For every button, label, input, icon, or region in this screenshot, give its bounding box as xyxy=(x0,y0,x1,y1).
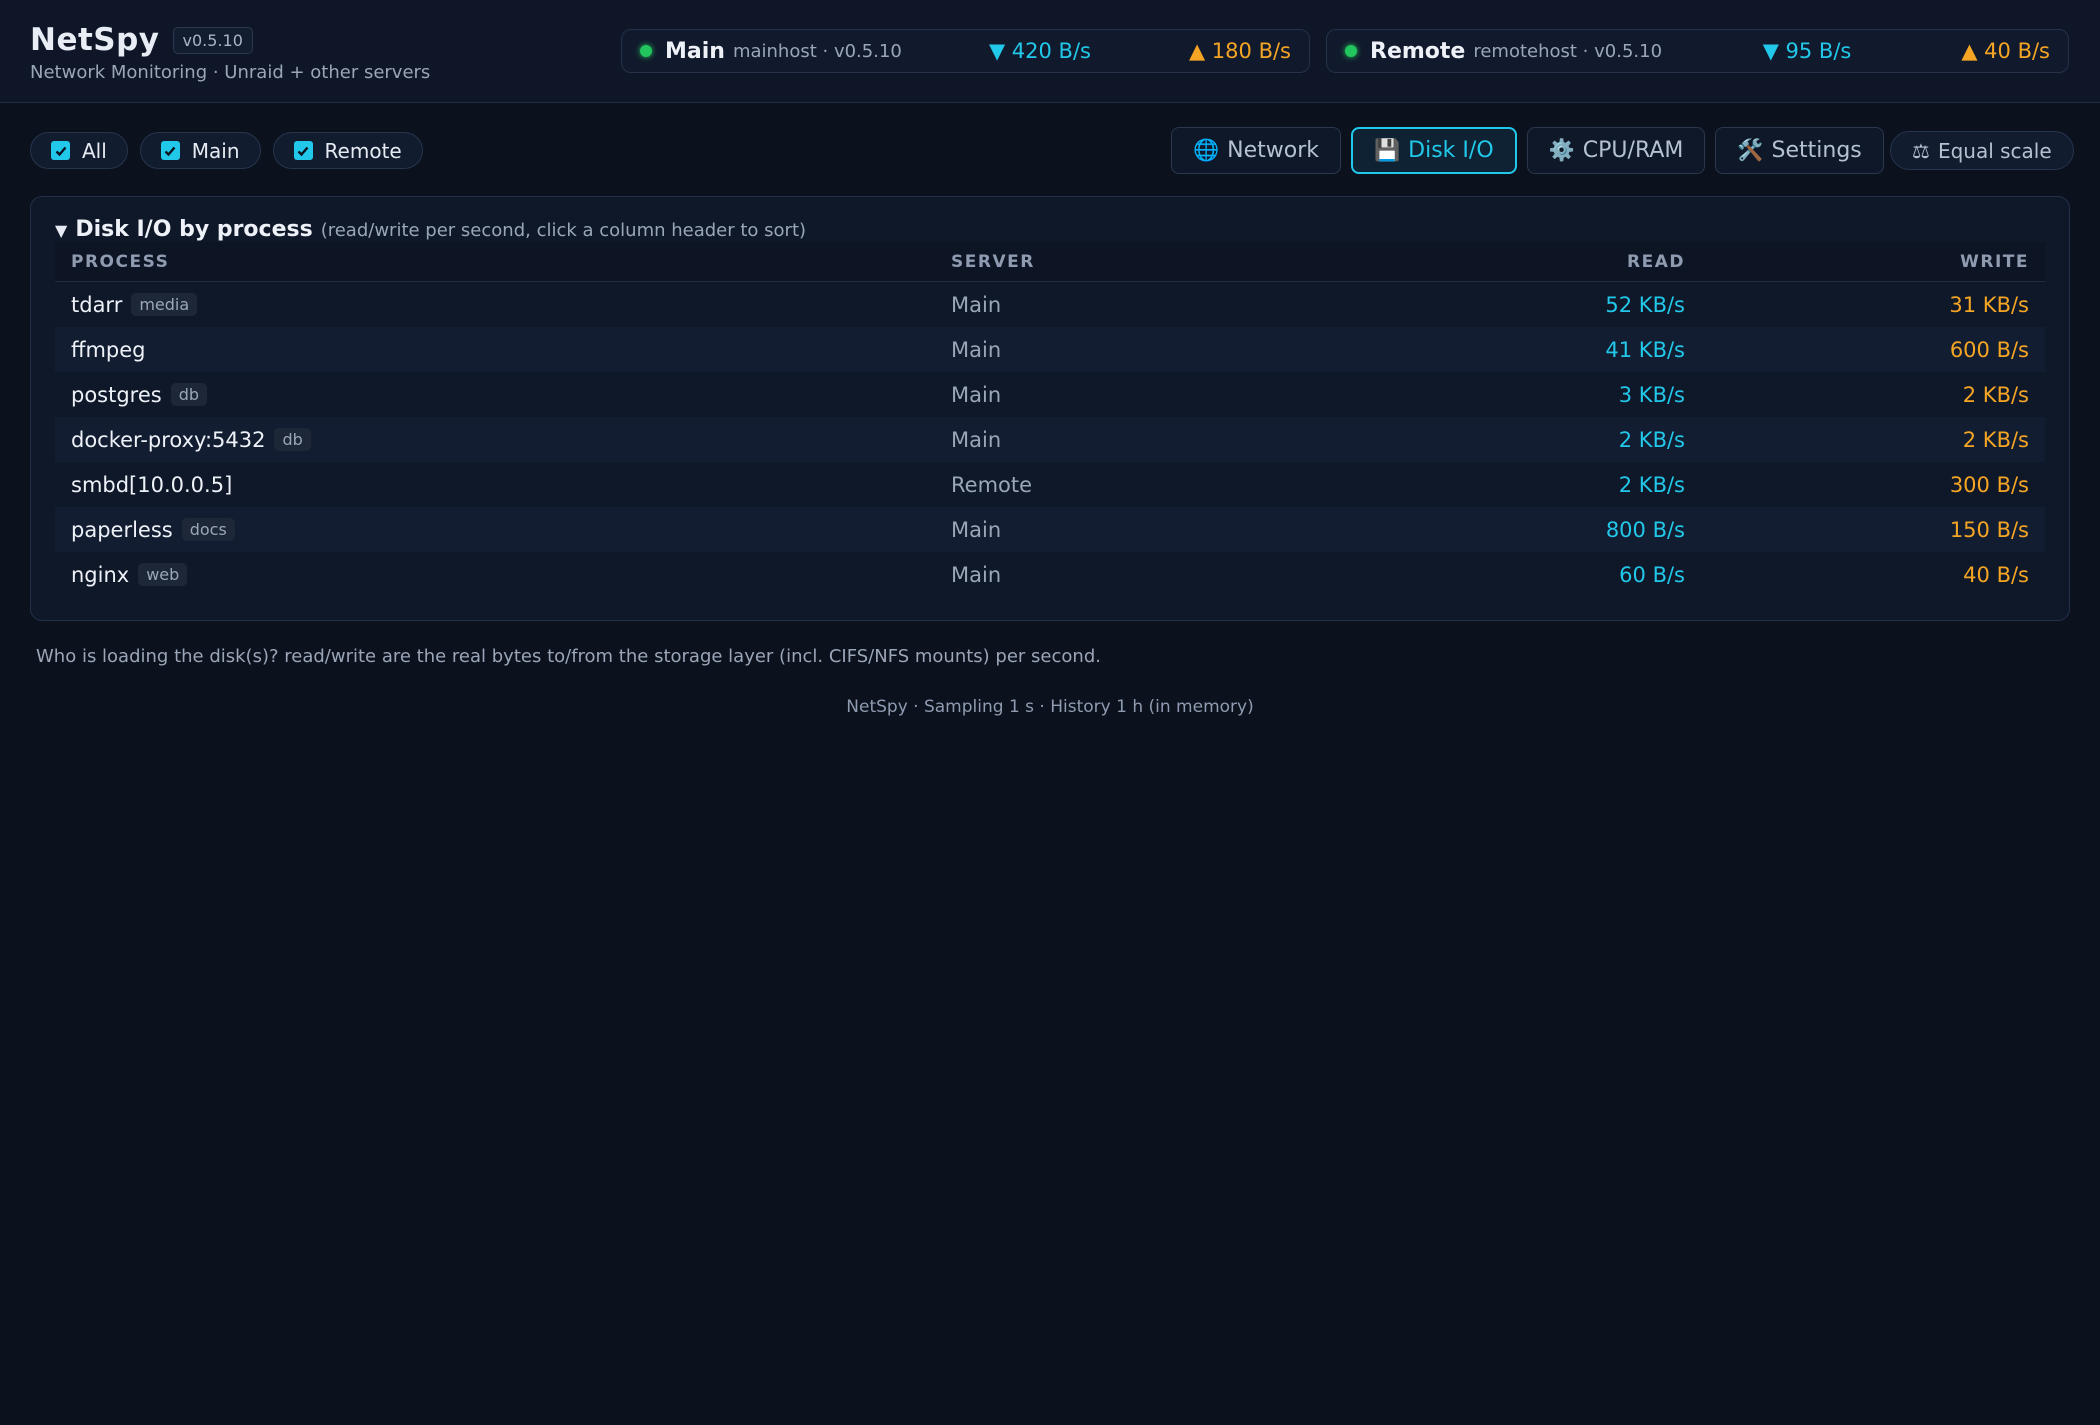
globe-icon: 🌐 xyxy=(1193,138,1220,162)
server-name: Remote xyxy=(1370,38,1466,64)
server-filters: All Main Remote xyxy=(30,132,423,169)
table-row: docker-proxy:5432 db Main 2 KB/s 2 KB/s xyxy=(55,417,2045,462)
panel-hint: (read/write per second, click a column h… xyxy=(320,220,807,241)
process-table: PROCESS SERVER READ WRITE tdarr media Mai… xyxy=(55,242,2045,597)
table-row: paperless docs Main 800 B/s 150 B/s xyxy=(55,507,2045,552)
column-header-server[interactable]: SERVER xyxy=(951,252,1311,272)
filter-label: Main xyxy=(191,138,240,163)
equal-scale-label: Equal scale xyxy=(1937,138,2052,163)
process-name: paperless xyxy=(71,517,173,542)
server-upload-rate: ▲ 180 B/s xyxy=(1188,39,1291,63)
filter-label: All xyxy=(82,138,107,163)
checkbox-checked-icon[interactable] xyxy=(51,141,70,160)
write-cell: 150 B/s xyxy=(1949,517,2029,542)
table-row: smbd[10.0.0.5] Remote 2 KB/s 300 B/s xyxy=(55,462,2045,507)
read-cell: 2 KB/s xyxy=(1618,472,1685,497)
column-header-process[interactable]: PROCESS xyxy=(55,252,951,272)
server-cell: Main xyxy=(951,337,1002,362)
process-name: nginx xyxy=(71,562,130,587)
column-header-read[interactable]: READ xyxy=(1311,252,1685,272)
server-download-rate: ▼ 95 B/s xyxy=(1762,39,1852,63)
table-row: ffmpeg Main 41 KB/s 600 B/s xyxy=(55,327,2045,372)
process-name: docker-proxy:5432 xyxy=(71,427,266,452)
floppy-disk-icon: 💾 xyxy=(1374,138,1401,162)
app-subtitle: Network Monitoring · Unraid + other serv… xyxy=(30,62,431,83)
table-row: nginx web Main 60 B/s 40 B/s xyxy=(55,552,2045,597)
app-title: NetSpy xyxy=(30,22,160,58)
server-cell: Remote xyxy=(951,472,1033,497)
scales-icon: ⚖ xyxy=(1912,138,1930,163)
equal-scale-button[interactable]: ⚖ Equal scale xyxy=(1890,131,2074,170)
panel-title[interactable]: ▼ Disk I/O by process (read/write per se… xyxy=(55,217,806,242)
tab-settings[interactable]: 🛠️ Settings xyxy=(1715,127,1884,174)
server-cell: Main xyxy=(951,292,1002,317)
read-cell: 3 KB/s xyxy=(1618,382,1685,407)
process-tag: media xyxy=(131,293,198,316)
tab-cpu-ram[interactable]: ⚙️ CPU/RAM xyxy=(1526,127,1706,174)
read-cell: 2 KB/s xyxy=(1618,427,1685,452)
page-footer: NetSpy · Sampling 1 s · History 1 h (in … xyxy=(846,697,1254,717)
server-card-remote[interactable]: Remote remotehost · v0.5.10 ▼ 95 B/s ▲ 4… xyxy=(1326,29,2069,73)
view-tabs: 🌐 Network 💾 Disk I/O ⚙️ CPU/RAM 🛠️ Setti… xyxy=(1171,127,1884,174)
write-cell: 600 B/s xyxy=(1949,337,2029,362)
version-badge: v0.5.10 xyxy=(172,26,253,54)
server-host: remotehost · v0.5.10 xyxy=(1473,40,1663,62)
tab-label: Disk I/O xyxy=(1408,138,1494,163)
write-cell: 2 KB/s xyxy=(1962,427,2029,452)
process-name: ffmpeg xyxy=(71,337,146,362)
read-cell: 60 B/s xyxy=(1619,562,1685,587)
read-cell: 41 KB/s xyxy=(1605,337,1685,362)
gear-icon: ⚙️ xyxy=(1548,138,1575,162)
disk-io-panel: ▼ Disk I/O by process (read/write per se… xyxy=(30,196,2070,621)
status-dot-icon xyxy=(640,45,652,57)
server-cell: Main xyxy=(951,382,1002,407)
tab-label: Settings xyxy=(1771,138,1862,163)
write-cell: 300 B/s xyxy=(1949,472,2029,497)
panel-heading: Disk I/O by process xyxy=(75,217,313,242)
server-host: mainhost · v0.5.10 xyxy=(732,40,902,62)
filter-main[interactable]: Main xyxy=(139,132,261,169)
server-upload-rate: ▲ 40 B/s xyxy=(1961,39,2050,63)
server-cell: Main xyxy=(951,562,1002,587)
tab-label: Network xyxy=(1227,138,1320,163)
process-tag: docs xyxy=(181,518,235,541)
column-header-write[interactable]: WRITE xyxy=(1685,252,2045,272)
table-header: PROCESS SERVER READ WRITE xyxy=(55,242,2045,282)
filter-all[interactable]: All xyxy=(30,132,128,169)
process-name: postgres xyxy=(71,382,162,407)
tab-disk-io[interactable]: 💾 Disk I/O xyxy=(1351,127,1517,174)
process-name: smbd[10.0.0.5] xyxy=(71,472,233,497)
write-cell: 40 B/s xyxy=(1963,562,2029,587)
table-row: postgres db Main 3 KB/s 2 KB/s xyxy=(55,372,2045,417)
server-cell: Main xyxy=(951,427,1002,452)
process-tag: db xyxy=(170,383,208,406)
server-card-main[interactable]: Main mainhost · v0.5.10 ▼ 420 B/s ▲ 180 … xyxy=(621,29,1310,73)
process-tag: web xyxy=(138,563,188,586)
server-cell: Main xyxy=(951,517,1002,542)
filter-remote[interactable]: Remote xyxy=(272,132,423,169)
brand: NetSpy v0.5.10 Network Monitoring · Unra… xyxy=(30,22,430,83)
process-name: tdarr xyxy=(71,292,123,317)
tab-label: CPU/RAM xyxy=(1582,138,1684,163)
checkbox-checked-icon[interactable] xyxy=(160,141,180,160)
process-tag: db xyxy=(274,428,311,451)
tab-network[interactable]: 🌐 Network xyxy=(1171,127,1342,174)
table-row: tdarr media Main 52 KB/s 31 KB/s xyxy=(55,282,2045,327)
status-dot-icon xyxy=(1345,45,1357,57)
checkbox-checked-icon[interactable] xyxy=(293,141,313,160)
disk-io-footnote: Who is loading the disk(s)? read/write a… xyxy=(36,646,1101,667)
write-cell: 2 KB/s xyxy=(1962,382,2029,407)
write-cell: 31 KB/s xyxy=(1949,292,2029,317)
filter-label: Remote xyxy=(324,138,402,163)
server-name: Main xyxy=(665,38,725,64)
caret-down-icon[interactable]: ▼ xyxy=(55,221,67,240)
tools-icon: 🛠️ xyxy=(1737,138,1764,162)
server-download-rate: ▼ 420 B/s xyxy=(988,39,1091,63)
read-cell: 52 KB/s xyxy=(1605,292,1685,317)
read-cell: 800 B/s xyxy=(1605,517,1685,542)
top-bar: NetSpy v0.5.10 Network Monitoring · Unra… xyxy=(0,0,2100,103)
